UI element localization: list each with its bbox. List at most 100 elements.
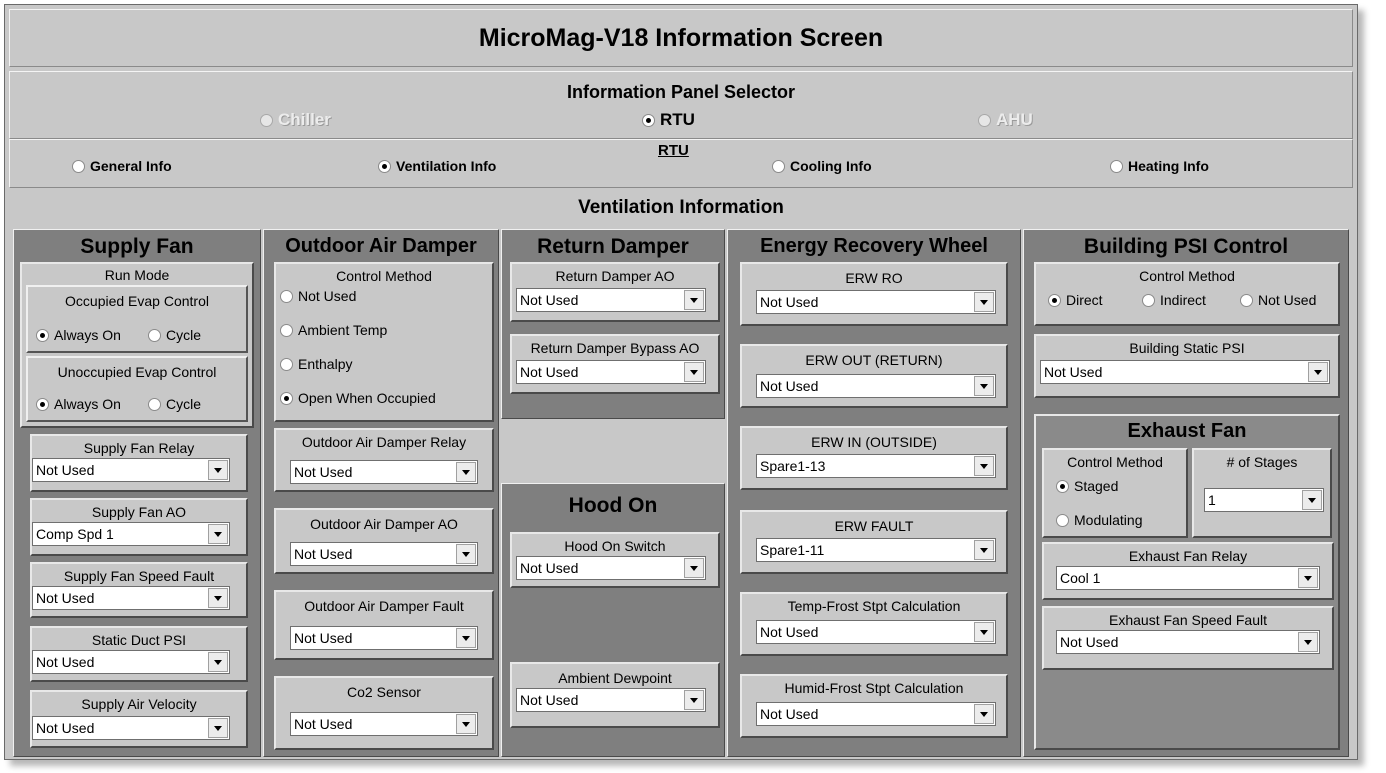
radio-heating-info[interactable]: Heating Info bbox=[1110, 158, 1209, 174]
chevron-down-icon bbox=[974, 456, 994, 476]
oad-fault-select[interactable]: Not Used bbox=[290, 626, 478, 650]
co2-sensor-select[interactable]: Not Used bbox=[290, 712, 478, 736]
radio-cooling-info[interactable]: Cooling Info bbox=[772, 158, 872, 174]
run-mode-label: Run Mode bbox=[104, 267, 170, 283]
supply-fan-panel: Supply Fan Run Mode Occupied Evap Contro… bbox=[13, 229, 261, 757]
radio-ventilation-info[interactable]: Ventilation Info bbox=[378, 158, 496, 174]
supply-fan-relay-group: Supply Fan Relay Not Used bbox=[30, 434, 248, 492]
bpsi-direct-radio[interactable]: Direct bbox=[1048, 292, 1103, 308]
unoccupied-cycle-radio[interactable]: Cycle bbox=[148, 396, 201, 412]
bpsi-indirect-radio[interactable]: Indirect bbox=[1142, 292, 1206, 308]
temp-frost-select[interactable]: Not Used bbox=[756, 620, 996, 644]
supply-fan-speed-fault-select[interactable]: Not Used bbox=[32, 586, 230, 610]
supply-fan-relay-select[interactable]: Not Used bbox=[32, 458, 230, 482]
bpsi-not-used-radio[interactable]: Not Used bbox=[1240, 292, 1316, 308]
unoccupied-evap-group: Unoccupied Evap Control Always On Cycle bbox=[26, 356, 248, 422]
supply-fan-speed-fault-label: Supply Fan Speed Fault bbox=[63, 568, 215, 584]
hood-on-switch-select[interactable]: Not Used bbox=[516, 556, 706, 580]
ambient-dewpoint-select[interactable]: Not Used bbox=[516, 688, 706, 712]
return-damper-title: Return Damper bbox=[537, 235, 689, 258]
supply-air-velocity-label: Supply Air Velocity bbox=[81, 696, 197, 712]
radio-icon bbox=[378, 160, 391, 173]
erw-fault-group: ERW FAULT Spare1-11 bbox=[740, 510, 1008, 574]
exhaust-stages-group: # of Stages 1 bbox=[1192, 448, 1332, 538]
oad-open-when-occupied-radio[interactable]: Open When Occupied bbox=[280, 390, 436, 406]
chevron-down-icon bbox=[684, 558, 704, 578]
chevron-down-icon bbox=[208, 588, 228, 608]
supply-fan-title: Supply Fan bbox=[80, 235, 194, 258]
oad-relay-select[interactable]: Not Used bbox=[290, 460, 478, 484]
return-damper-bypass-label: Return Damper Bypass AO bbox=[530, 340, 700, 356]
chevron-down-icon bbox=[1298, 632, 1318, 652]
oad-enthalpy-radio[interactable]: Enthalpy bbox=[280, 356, 352, 372]
radio-rtu[interactable]: RTU bbox=[642, 110, 695, 130]
radio-icon bbox=[978, 114, 991, 127]
exhaust-stages-select[interactable]: 1 bbox=[1204, 488, 1324, 512]
return-damper-ao-select[interactable]: Not Used bbox=[516, 288, 706, 312]
exhaust-fan-speed-fault-group: Exhaust Fan Speed Fault Not Used bbox=[1042, 606, 1334, 670]
oad-control-method-group: Control Method Not Used Ambient Temp Ent… bbox=[274, 262, 494, 422]
erw-out-label: ERW OUT (RETURN) bbox=[805, 352, 943, 368]
erw-out-select[interactable]: Not Used bbox=[756, 374, 996, 398]
chevron-down-icon bbox=[1298, 568, 1318, 588]
occupied-always-on-radio[interactable]: Always On bbox=[36, 327, 121, 343]
erw-ro-select[interactable]: Not Used bbox=[756, 290, 996, 314]
info-screen-window: MicroMag-V18 Information Screen Informat… bbox=[4, 4, 1358, 760]
unoccupied-always-on-radio[interactable]: Always On bbox=[36, 396, 121, 412]
energy-recovery-wheel-panel: Energy Recovery Wheel ERW RO Not Used ER… bbox=[727, 229, 1021, 757]
exhaust-fan-speed-fault-label: Exhaust Fan Speed Fault bbox=[1109, 612, 1267, 628]
radio-icon bbox=[148, 329, 161, 342]
humid-frost-group: Humid-Frost Stpt Calculation Not Used bbox=[740, 674, 1008, 738]
ventilation-heading: Ventilation Information bbox=[9, 191, 1353, 227]
chevron-down-icon bbox=[456, 544, 476, 564]
bpsi-control-method-group: Control Method Direct Indirect Not Used bbox=[1034, 262, 1340, 326]
oad-not-used-radio[interactable]: Not Used bbox=[280, 288, 356, 304]
exhaust-fan-speed-fault-select[interactable]: Not Used bbox=[1056, 630, 1320, 654]
building-static-psi-select[interactable]: Not Used bbox=[1040, 360, 1330, 384]
erw-fault-select[interactable]: Spare1-11 bbox=[756, 538, 996, 562]
hood-on-switch-group: Hood On Switch Not Used bbox=[510, 532, 720, 588]
radio-icon bbox=[772, 160, 785, 173]
radio-icon bbox=[72, 160, 85, 173]
oad-fault-group: Outdoor Air Damper Fault Not Used bbox=[274, 590, 494, 660]
hood-on-title: Hood On bbox=[568, 494, 658, 517]
chevron-down-icon bbox=[1308, 362, 1328, 382]
erw-in-label: ERW IN (OUTSIDE) bbox=[811, 434, 937, 450]
static-duct-psi-select[interactable]: Not Used bbox=[32, 650, 230, 674]
chevron-down-icon bbox=[974, 704, 994, 724]
erw-ro-label: ERW RO bbox=[845, 270, 903, 286]
radio-icon bbox=[1110, 160, 1123, 173]
oad-ao-select[interactable]: Not Used bbox=[290, 542, 478, 566]
exhaust-staged-radio[interactable]: Staged bbox=[1056, 478, 1118, 494]
run-mode-group: Run Mode Occupied Evap Control Always On… bbox=[20, 262, 254, 428]
radio-general-info[interactable]: General Info bbox=[72, 158, 172, 174]
exhaust-fan-relay-select[interactable]: Cool 1 bbox=[1056, 566, 1320, 590]
oad-ambient-temp-radio[interactable]: Ambient Temp bbox=[280, 322, 387, 338]
supply-fan-ao-label: Supply Fan AO bbox=[91, 504, 187, 520]
static-duct-psi-group: Static Duct PSI Not Used bbox=[30, 626, 248, 682]
temp-frost-label: Temp-Frost Stpt Calculation bbox=[787, 598, 961, 614]
humid-frost-label: Humid-Frost Stpt Calculation bbox=[784, 680, 964, 696]
oad-fault-label: Outdoor Air Damper Fault bbox=[304, 598, 464, 614]
supply-air-velocity-select[interactable]: Not Used bbox=[32, 716, 230, 740]
erw-in-select[interactable]: Spare1-13 bbox=[756, 454, 996, 478]
supply-fan-ao-select[interactable]: Comp Spd 1 bbox=[32, 522, 230, 546]
chevron-down-icon bbox=[974, 292, 994, 312]
exhaust-fan-group: Exhaust Fan Control Method Staged Modula… bbox=[1034, 414, 1340, 750]
building-psi-panel: Building PSI Control Control Method Dire… bbox=[1023, 229, 1349, 757]
outdoor-air-damper-title: Outdoor Air Damper bbox=[285, 235, 477, 257]
return-damper-bypass-select[interactable]: Not Used bbox=[516, 360, 706, 384]
exhaust-fan-relay-group: Exhaust Fan Relay Cool 1 bbox=[1042, 542, 1334, 600]
erw-fault-label: ERW FAULT bbox=[834, 518, 914, 534]
occupied-cycle-radio[interactable]: Cycle bbox=[148, 327, 201, 343]
chevron-down-icon bbox=[456, 628, 476, 648]
chevron-down-icon bbox=[684, 690, 704, 710]
static-duct-psi-label: Static Duct PSI bbox=[91, 632, 187, 648]
humid-frost-select[interactable]: Not Used bbox=[756, 702, 996, 726]
exhaust-modulating-radio[interactable]: Modulating bbox=[1056, 512, 1143, 528]
radio-icon bbox=[280, 324, 293, 337]
supply-air-velocity-group: Supply Air Velocity Not Used bbox=[30, 690, 248, 748]
chevron-down-icon bbox=[208, 524, 228, 544]
chevron-down-icon bbox=[456, 462, 476, 482]
occupied-evap-label: Occupied Evap Control bbox=[65, 293, 209, 309]
